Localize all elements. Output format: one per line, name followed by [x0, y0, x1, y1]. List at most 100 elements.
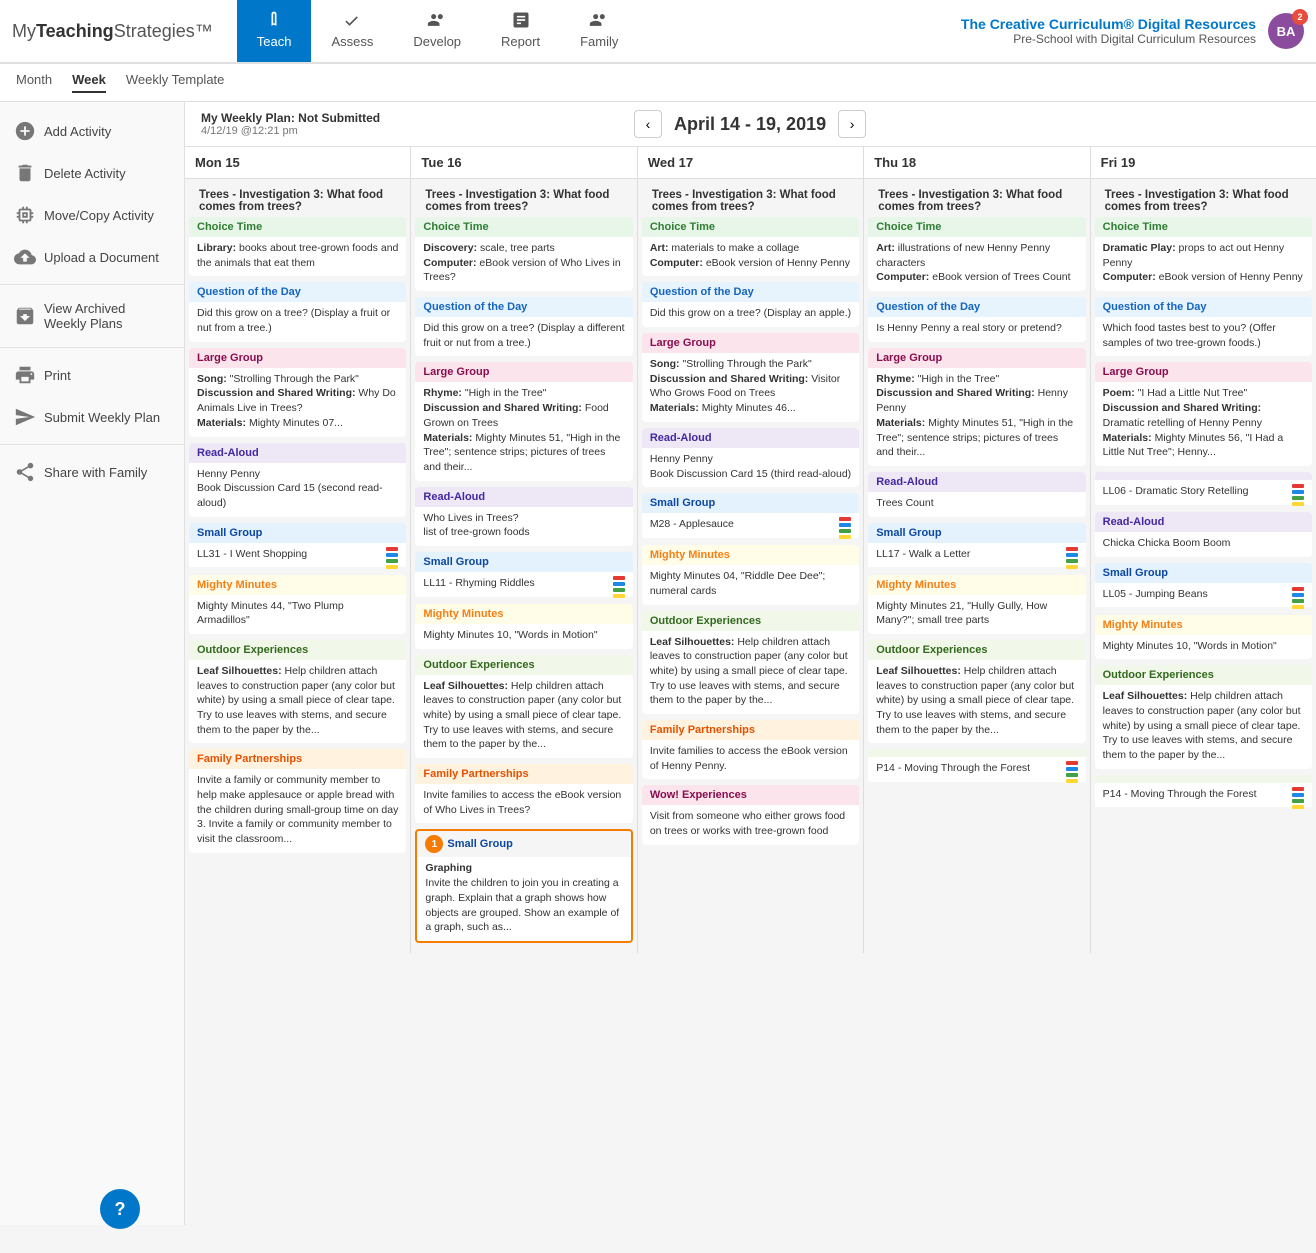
calendar-grid: Mon 15 Trees - Investigation 3: What foo…	[185, 147, 1316, 953]
read-aloud-ll06[interactable]: LL06 - Dramatic Story Retelling	[1095, 472, 1312, 506]
archive-icon	[14, 305, 36, 327]
report-icon	[511, 10, 531, 30]
nav-tab-family[interactable]: Family	[560, 0, 638, 62]
read-aloud-thu[interactable]: Read-Aloud Trees Count	[868, 472, 1085, 517]
main-nav: Teach Assess Develop Report Family	[237, 0, 961, 62]
large-group-wed[interactable]: Large Group Song: "Strolling Through the…	[642, 333, 859, 422]
nav-tab-develop[interactable]: Develop	[393, 0, 481, 62]
sidebar-print[interactable]: Print	[0, 354, 184, 396]
sidebar-share[interactable]: Share with Family	[0, 451, 184, 493]
choice-time-thu[interactable]: Choice Time Art: illustrations of new He…	[868, 217, 1085, 291]
next-button[interactable]: ›	[838, 110, 866, 138]
outdoor-tue[interactable]: Outdoor Experiences Leaf Silhouettes: He…	[415, 655, 632, 758]
share-icon	[14, 461, 36, 483]
outdoor-wed[interactable]: Outdoor Experiences Leaf Silhouettes: He…	[642, 611, 859, 714]
app-header: MyTeachingStrategies™ Teach Assess Devel…	[0, 0, 1316, 64]
mighty-minutes-wed[interactable]: Mighty Minutes Mighty Minutes 04, "Riddl…	[642, 545, 859, 604]
choice-time-wed[interactable]: Choice Time Art: materials to make a col…	[642, 217, 859, 276]
day-mon: Mon 15 Trees - Investigation 3: What foo…	[185, 147, 411, 953]
nav-tab-teach[interactable]: Teach	[237, 0, 312, 62]
delete-icon	[14, 162, 36, 184]
question-day-wed[interactable]: Question of the Day Did this grow on a t…	[642, 282, 859, 327]
cal-meta: My Weekly Plan: Not Submitted 4/12/19 @1…	[201, 111, 380, 137]
notification-1: 1	[425, 835, 443, 853]
move-icon	[14, 204, 36, 226]
choice-time-tue[interactable]: Choice Time Discovery: scale, tree parts…	[415, 217, 632, 291]
help-button[interactable]: ?	[100, 1189, 140, 1229]
mighty-minutes-thu[interactable]: Mighty Minutes Mighty Minutes 21, "Hully…	[868, 575, 1085, 634]
print-icon	[14, 364, 36, 386]
avatar[interactable]: BA 2	[1268, 13, 1304, 49]
read-aloud-wed[interactable]: Read-Aloud Henny PennyBook Discussion Ca…	[642, 428, 859, 487]
day-thu: Thu 18 Trees - Investigation 3: What foo…	[864, 147, 1090, 953]
subnav-weekly-template[interactable]: Weekly Template	[126, 72, 225, 93]
check-icon	[342, 10, 362, 30]
nav-tab-assess[interactable]: Assess	[311, 0, 393, 62]
add-activity-label: Add Activity	[44, 124, 111, 139]
subnav: Month Week Weekly Template	[0, 64, 1316, 102]
nav-develop-label: Develop	[413, 34, 461, 49]
small-group-mon[interactable]: Small Group LL31 - I Went Shopping	[189, 523, 406, 569]
unit-fri: Trees - Investigation 3: What food comes…	[1095, 183, 1312, 217]
question-day-mon[interactable]: Question of the Day Did this grow on a t…	[189, 282, 406, 341]
outdoor-mon[interactable]: Outdoor Experiences Leaf Silhouettes: He…	[189, 640, 406, 743]
large-group-tue[interactable]: Large Group Rhyme: "High in the Tree"Dis…	[415, 362, 632, 480]
day-tue-content: Trees - Investigation 3: What food comes…	[411, 179, 636, 953]
question-day-thu[interactable]: Question of the Day Is Henny Penny a rea…	[868, 297, 1085, 342]
move-copy-label: Move/Copy Activity	[44, 208, 154, 223]
submit-label: Submit Weekly Plan	[44, 410, 160, 425]
large-group-mon[interactable]: Large Group Song: "Strolling Through the…	[189, 348, 406, 437]
day-wed-content: Trees - Investigation 3: What food comes…	[638, 179, 863, 855]
outdoor-thu-2[interactable]: P14 - Moving Through the Forest	[868, 749, 1085, 783]
sidebar-add-activity[interactable]: Add Activity	[0, 110, 184, 152]
nav-tab-report[interactable]: Report	[481, 0, 560, 62]
subnav-month[interactable]: Month	[16, 72, 52, 93]
question-day-tue[interactable]: Question of the Day Did this grow on a t…	[415, 297, 632, 356]
subnav-week[interactable]: Week	[72, 72, 106, 93]
prev-button[interactable]: ‹	[634, 110, 662, 138]
question-day-fri[interactable]: Question of the Day Which food tastes be…	[1095, 297, 1312, 356]
app-logo: MyTeachingStrategies™	[12, 21, 213, 42]
sidebar-upload[interactable]: Upload a Document	[0, 236, 184, 278]
sidebar-submit[interactable]: Submit Weekly Plan	[0, 396, 184, 438]
nav-assess-label: Assess	[331, 34, 373, 49]
wow-wed[interactable]: Wow! Experiences Visit from someone who …	[642, 785, 859, 844]
choice-time-mon[interactable]: Choice Time Library: books about tree-gr…	[189, 217, 406, 276]
day-mon-header: Mon 15	[185, 147, 410, 179]
main-content: Add Activity Delete Activity Move/Copy A…	[0, 102, 1316, 1225]
outdoor-thu[interactable]: Outdoor Experiences Leaf Silhouettes: He…	[868, 640, 1085, 743]
read-aloud-mon[interactable]: Read-Aloud Henny PennyBook Discussion Ca…	[189, 443, 406, 517]
sidebar-move-copy[interactable]: Move/Copy Activity	[0, 194, 184, 236]
unit-tue: Trees - Investigation 3: What food comes…	[415, 183, 632, 217]
day-thu-header: Thu 18	[864, 147, 1089, 179]
share-label: Share with Family	[44, 465, 147, 480]
small-group-tue[interactable]: Small Group LL11 - Rhyming Riddles	[415, 552, 632, 598]
family-wed[interactable]: Family Partnerships Invite families to a…	[642, 720, 859, 779]
small-group-fri[interactable]: Small Group LL05 - Jumping Beans	[1095, 563, 1312, 609]
read-aloud-fri[interactable]: Read-Aloud Chicka Chicka Boom Boom	[1095, 512, 1312, 557]
calendar-header: My Weekly Plan: Not Submitted 4/12/19 @1…	[185, 102, 1316, 147]
unit-mon: Trees - Investigation 3: What food comes…	[189, 183, 406, 217]
choice-time-fri[interactable]: Choice Time Dramatic Play: props to act …	[1095, 217, 1312, 291]
mighty-minutes-tue[interactable]: Mighty Minutes Mighty Minutes 10, "Words…	[415, 604, 632, 649]
large-group-thu[interactable]: Large Group Rhyme: "High in the Tree"Dis…	[868, 348, 1085, 466]
small-group-thu[interactable]: Small Group LL17 - Walk a Letter	[868, 523, 1085, 569]
mighty-minutes-mon[interactable]: Mighty Minutes Mighty Minutes 44, "Two P…	[189, 575, 406, 634]
outdoor-fri[interactable]: Outdoor Experiences Leaf Silhouettes: He…	[1095, 665, 1312, 768]
mighty-minutes-fri[interactable]: Mighty Minutes Mighty Minutes 10, "Words…	[1095, 615, 1312, 660]
small-group-wed[interactable]: Small Group M28 - Applesauce	[642, 493, 859, 539]
family-tue[interactable]: Family Partnerships Invite families to a…	[415, 764, 632, 823]
day-thu-content: Trees - Investigation 3: What food comes…	[864, 179, 1089, 793]
outdoor-fri-2[interactable]: P14 - Moving Through the Forest	[1095, 775, 1312, 809]
small-group-tue-highlighted[interactable]: 1 Small Group GraphingInvite the childre…	[415, 829, 632, 942]
large-group-fri[interactable]: Large Group Poem: "I Had a Little Nut Tr…	[1095, 362, 1312, 465]
sidebar-archive[interactable]: View Archived Weekly Plans	[0, 291, 184, 341]
sidebar-delete-activity[interactable]: Delete Activity	[0, 152, 184, 194]
notification-badge: 2	[1292, 9, 1308, 25]
book-icon	[264, 10, 284, 30]
upload-label: Upload a Document	[44, 250, 159, 265]
family-mon[interactable]: Family Partnerships Invite a family or c…	[189, 749, 406, 852]
read-aloud-tue[interactable]: Read-Aloud Who Lives in Trees?list of tr…	[415, 487, 632, 546]
header-brand: The Creative Curriculum® Digital Resourc…	[961, 16, 1256, 46]
day-fri-header: Fri 19	[1091, 147, 1316, 179]
